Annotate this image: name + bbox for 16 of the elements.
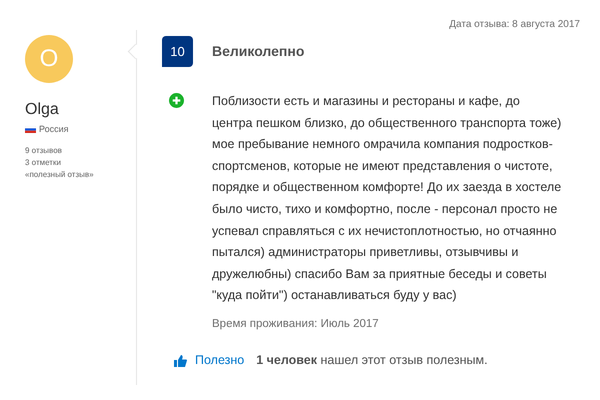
helpful-button[interactable]: Полезно — [174, 351, 244, 370]
review-title: Великолепно — [212, 42, 304, 61]
review-date: Дата отзыва: 8 августа 2017 — [449, 18, 580, 32]
review-text: Поблизости есть и магазины и рестораны и кафе, до центра пешком близко, до общественного транспорта тоже) мое пребывание немного омрачила компания подростков-спортсменов, которые не имеют представления о чистоте, порядке и общественном комфорте! До их заезда в хостеле было чисто, тихо и комфортно, после - персонал просто не успевал справляться с их нечистоплотностью, но отчаянно пытался) администраторы приветливы, отзывчивы и дружелюбны) спасибо Вам за приятные беседы и советы "куда пойти") останавливаться буду у вас) — [212, 93, 562, 304]
thumbs-up-icon — [174, 354, 187, 367]
reviewer-name: Olga — [25, 100, 60, 120]
reviewer-country: Россия — [39, 123, 69, 136]
stay-date: Время проживания: Июль 2017 — [212, 316, 380, 332]
avatar: O — [25, 35, 73, 83]
reviewer-stat: «полезный отзыв» — [25, 168, 95, 180]
reviewer-stat: 9 отзывов — [25, 144, 63, 156]
flag-icon — [25, 126, 36, 134]
score-badge: 10 — [162, 36, 193, 67]
reviewer-stat: 3 отметки — [25, 156, 62, 168]
helpful-count: 1 человек нашел этот отзыв полезным. — [256, 352, 488, 370]
plus-icon — [169, 93, 184, 108]
